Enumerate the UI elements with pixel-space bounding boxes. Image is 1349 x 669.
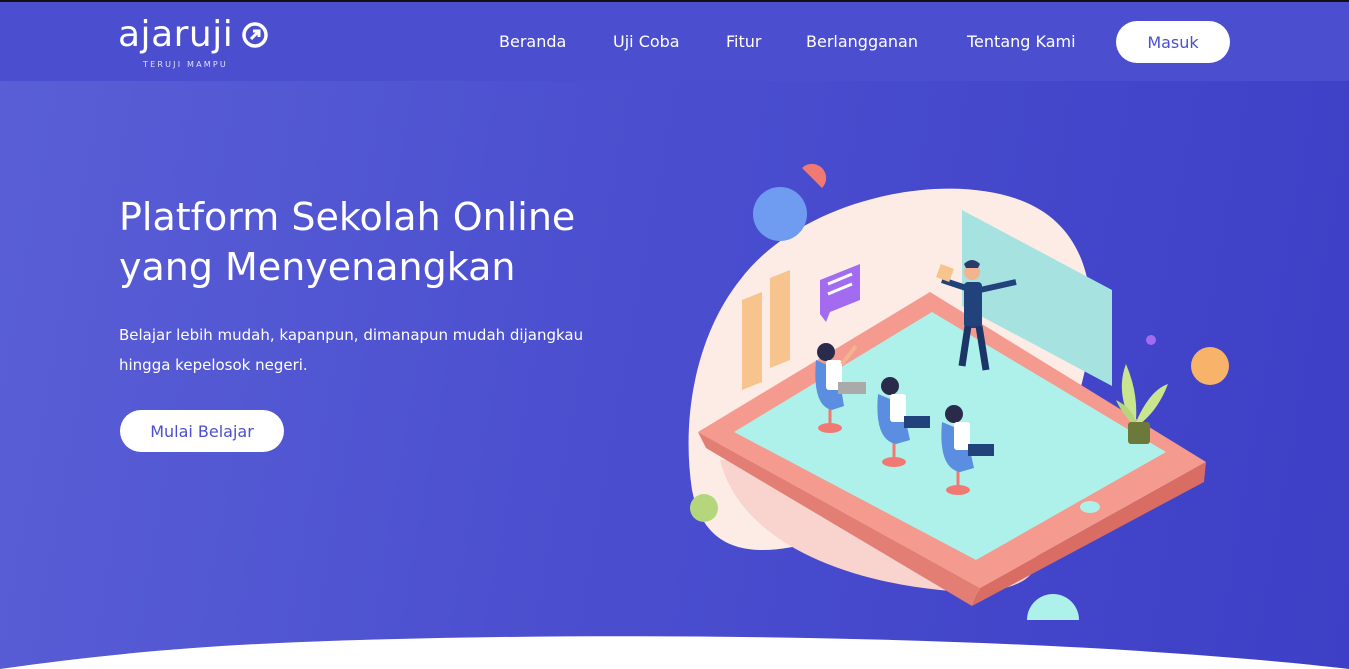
decor-green-circle [690,494,718,522]
tablet-home-button [1080,501,1100,513]
hero-subtext: Belajar lebih mudah, kapanpun, dimanapun… [119,320,639,380]
logo-arrow-icon [242,22,268,48]
start-learning-button[interactable]: Mulai Belajar [120,410,284,452]
nav-item-tentang-kami[interactable]: Tentang Kami [967,32,1076,51]
logo-tagline: TERUJI MAMPU [143,60,228,69]
logo[interactable]: ajaruji TERUJI MAMPU [118,14,278,76]
hero-subtext-line2: hingga kepelosok negeri. [119,356,308,374]
nav-item-uji-coba[interactable]: Uji Coba [613,32,680,51]
hero-headline-line1: Platform Sekolah Online [119,195,576,239]
decor-bar-right [770,270,790,368]
navbar: ajaruji TERUJI MAMPU Beranda Uji Coba Fi… [0,2,1349,81]
decor-purple-dot [1146,335,1156,345]
hero-headline-line2: yang Menyenangkan [119,245,516,289]
nav-item-beranda[interactable]: Beranda [499,32,566,51]
nav-item-fitur[interactable]: Fitur [726,32,761,51]
online-classroom-illustration [688,163,1229,620]
bottom-wave [0,636,1349,669]
decor-coral-half [802,163,827,188]
hero-headline: Platform Sekolah Online yang Menyenangka… [119,192,679,292]
decor-bar-left [742,292,762,390]
login-button[interactable]: Masuk [1116,21,1230,63]
decor-blue-circle [753,187,807,241]
hero-subtext-line1: Belajar lebih mudah, kapanpun, dimanapun… [119,326,584,344]
logo-wordmark: ajaruji [118,14,234,55]
decor-orange-circle [1191,347,1229,385]
nav-item-berlangganan[interactable]: Berlangganan [806,32,918,51]
